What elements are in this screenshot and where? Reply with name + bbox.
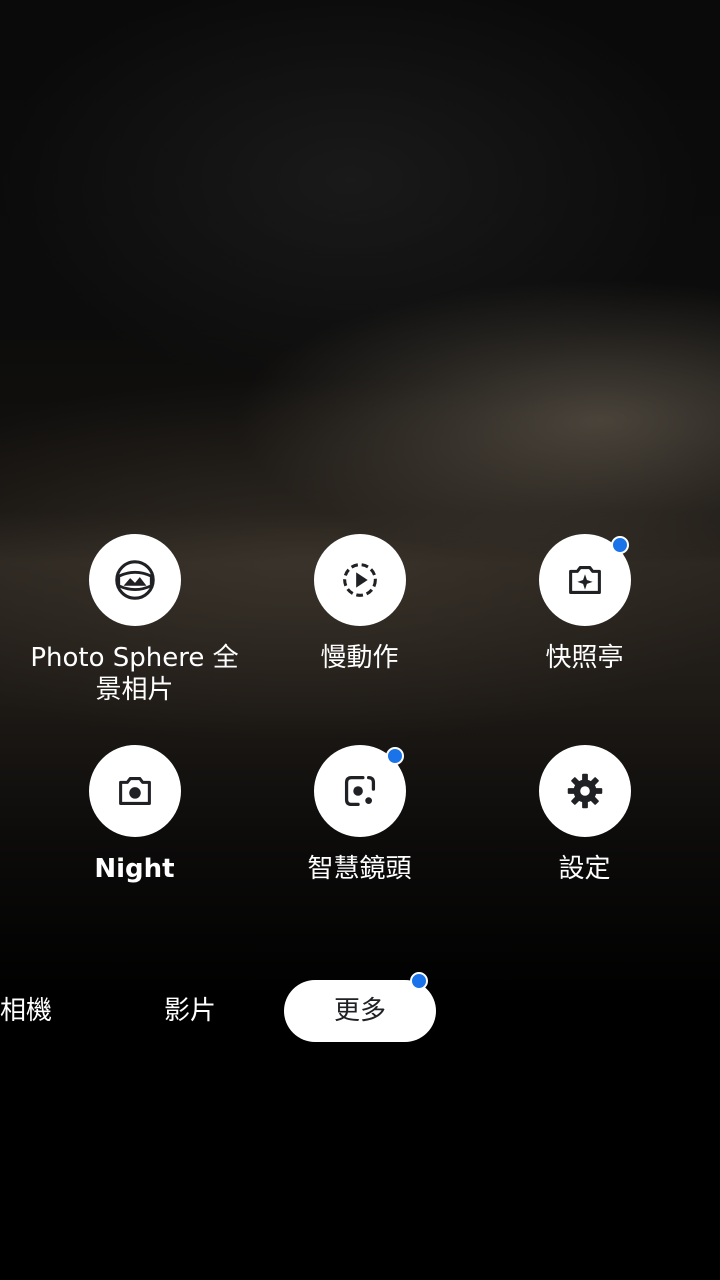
tab-more[interactable]: 更多 [284, 972, 436, 1042]
mode-slow-motion-label: 慢動作 [320, 643, 399, 673]
mode-photobooth-label: 快照亭 [545, 643, 624, 673]
mode-night-label: Night [94, 854, 175, 884]
night-sight-icon [118, 777, 151, 805]
tab-camera[interactable]: 相機 [0, 980, 66, 1042]
new-badge [385, 747, 404, 765]
mode-settings-label: 設定 [558, 854, 611, 884]
mode-photobooth[interactable]: 快照亭 [472, 534, 697, 674]
mode-lens-label: 智慧鏡頭 [307, 854, 412, 884]
photobooth-icon [568, 566, 601, 594]
gear-icon [567, 773, 602, 809]
mode-photobooth-button[interactable] [538, 534, 631, 626]
mode-photo-sphere-label: Photo Sphere 全景相片 [30, 643, 239, 705]
mode-photo-sphere-button[interactable] [88, 534, 181, 626]
tab-video[interactable]: 影片 [140, 980, 240, 1042]
viewfinder-scene [23, 26, 717, 453]
mode-slow-motion-button[interactable] [313, 534, 406, 626]
mode-switcher: 相機 影片 更多 [0, 972, 720, 1042]
new-badge [410, 972, 428, 990]
mode-slow-motion[interactable]: 慢動作 [247, 534, 472, 674]
photo-sphere-icon [114, 560, 155, 600]
new-badge [610, 536, 629, 554]
mode-settings[interactable]: 設定 [472, 745, 697, 885]
mode-night[interactable]: Night [22, 745, 247, 885]
settings-button[interactable] [538, 745, 631, 837]
mode-photo-sphere[interactable]: Photo Sphere 全景相片 [22, 534, 247, 706]
tab-more-label: 更多 [333, 996, 386, 1026]
mode-night-button[interactable] [88, 745, 181, 837]
lens-icon [344, 775, 375, 807]
mode-lens-button[interactable] [313, 745, 406, 837]
mode-lens[interactable]: 智慧鏡頭 [247, 745, 472, 885]
slow-motion-icon [342, 563, 377, 597]
